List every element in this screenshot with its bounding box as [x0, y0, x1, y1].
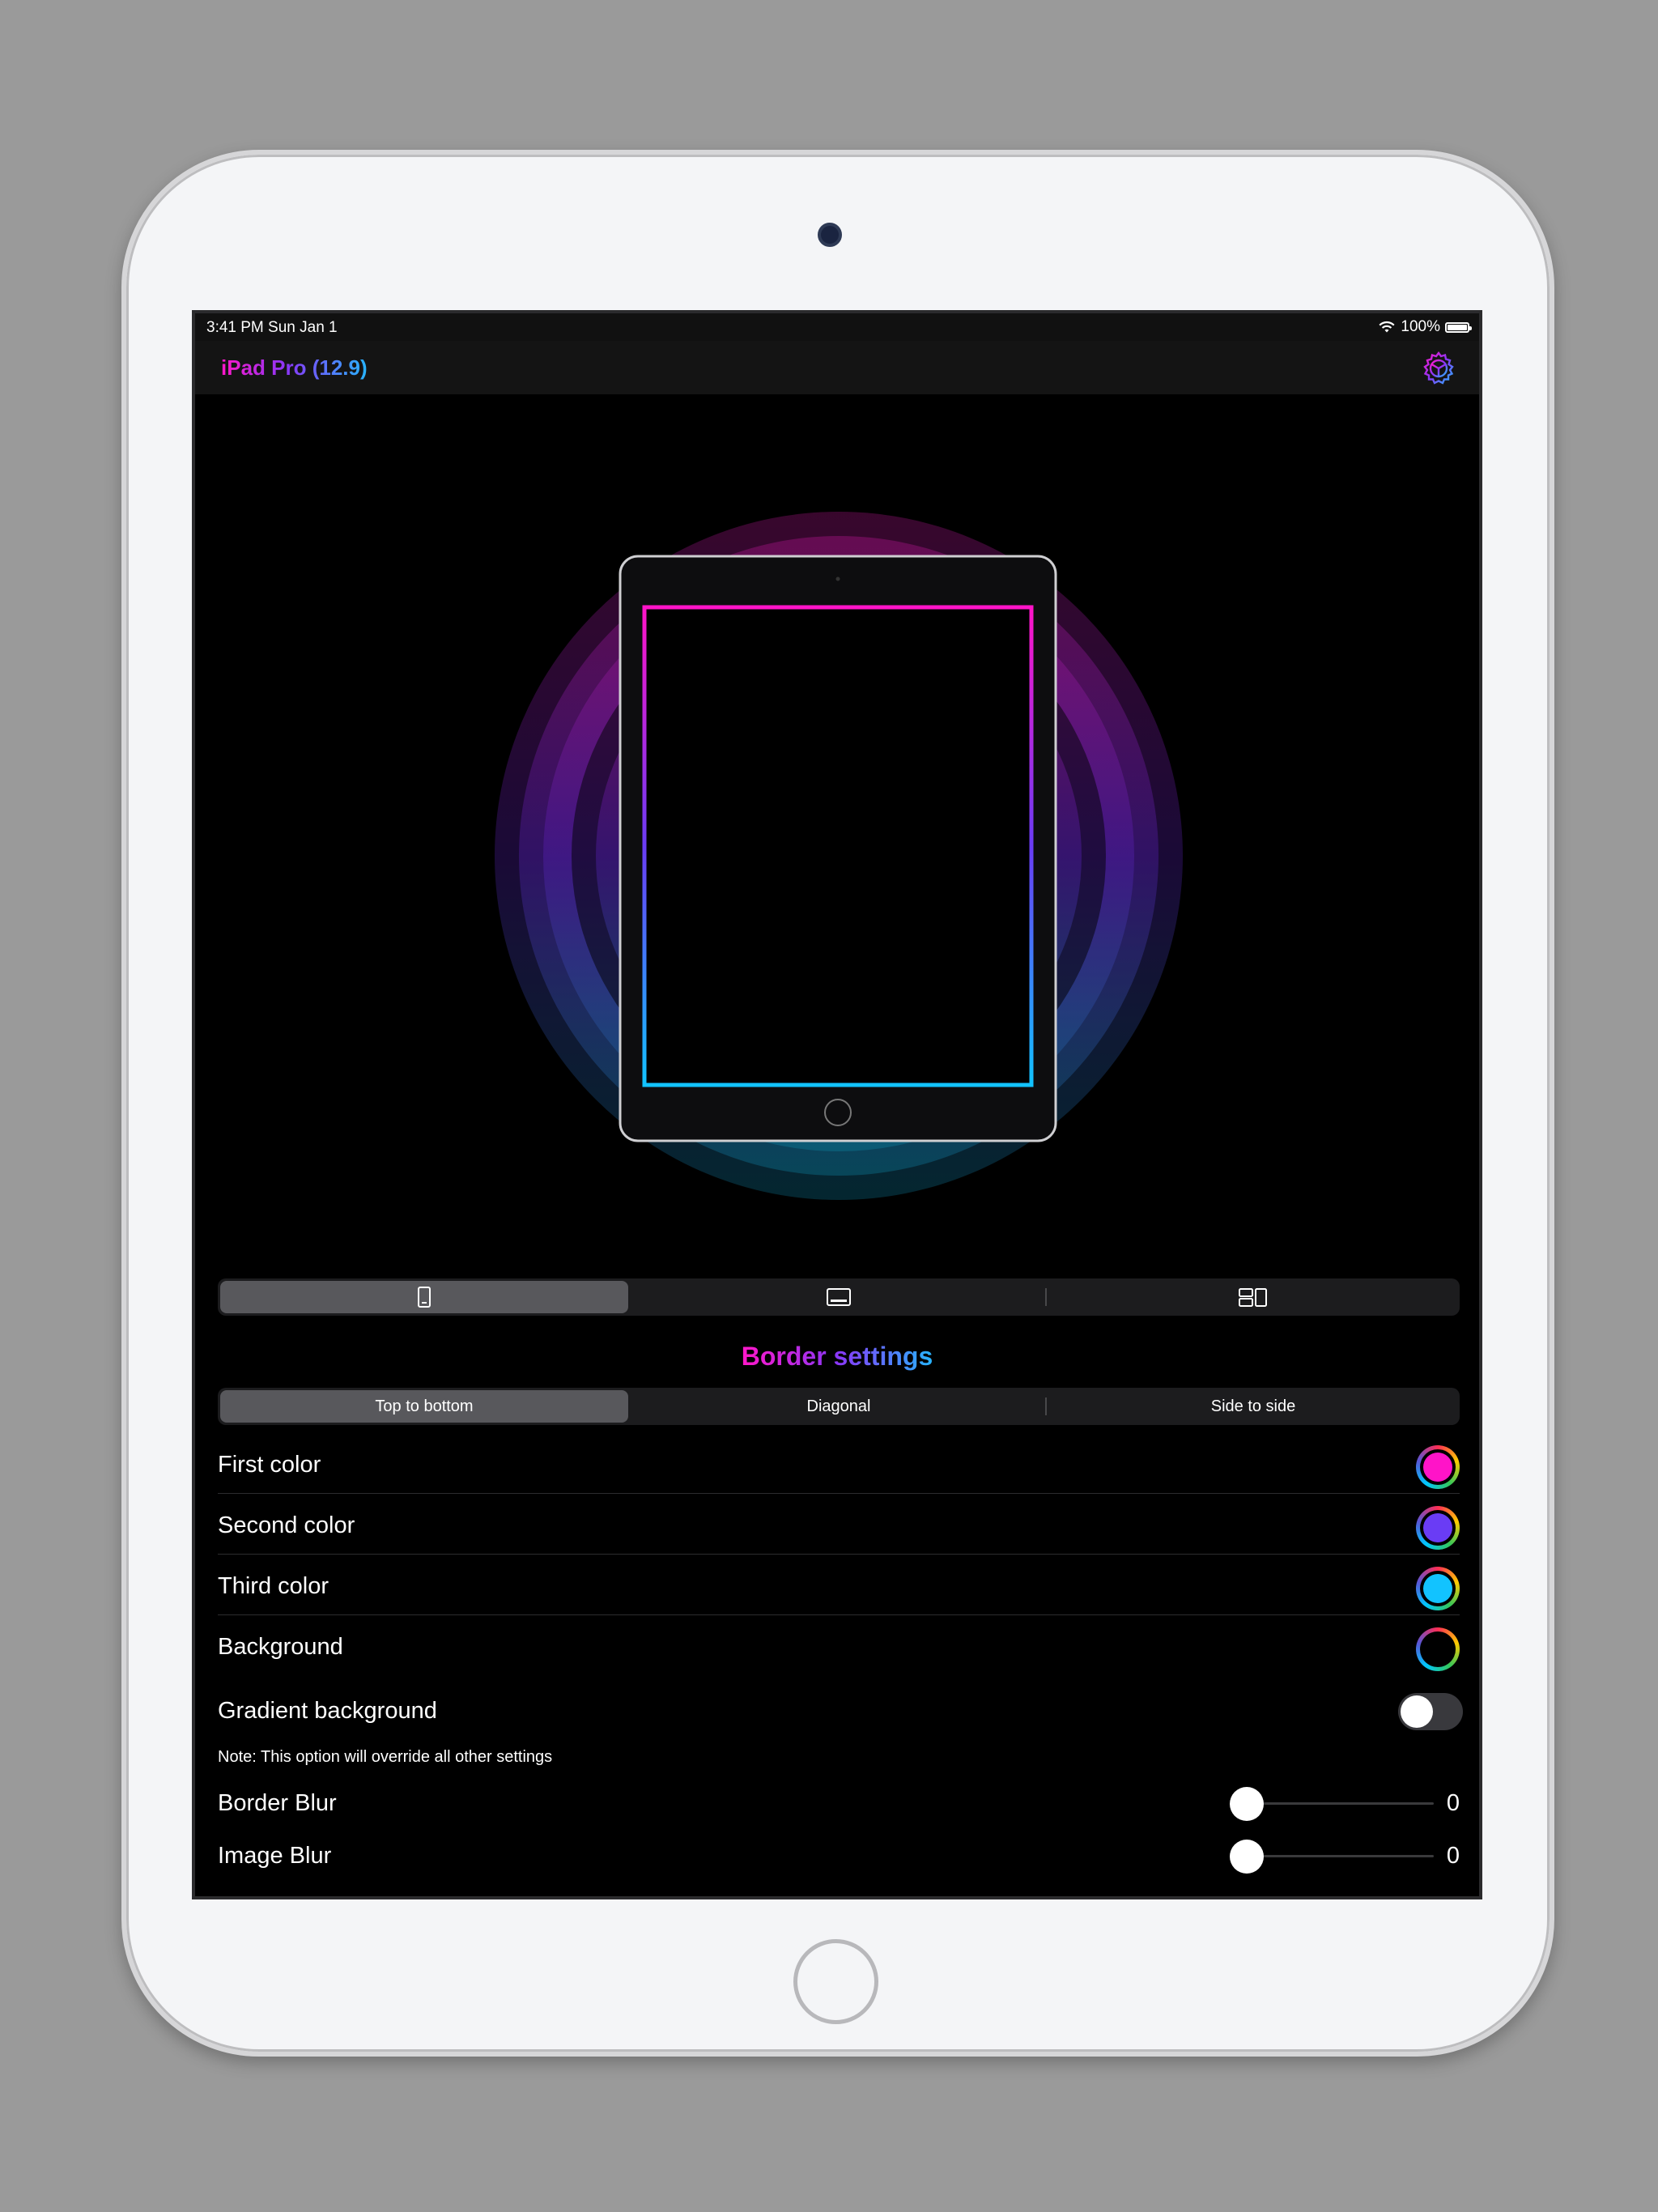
front-camera	[818, 223, 842, 247]
background-color-swatch[interactable]	[1416, 1627, 1460, 1671]
wifi-icon	[1379, 321, 1395, 333]
gradient-background-note: Note: This option will override all othe…	[218, 1748, 553, 1766]
tab-portrait[interactable]	[220, 1281, 628, 1313]
tab-top-to-bottom[interactable]: Top to bottom	[220, 1390, 628, 1423]
status-time: 3:41 PM Sun Jan 1	[206, 319, 338, 336]
border-blur-label: Border Blur	[218, 1790, 337, 1816]
border-blur-slider-thumb[interactable]	[1230, 1787, 1264, 1821]
tab-side-to-side[interactable]: Side to side	[1049, 1390, 1457, 1423]
gradient-background-toggle[interactable]	[1398, 1693, 1463, 1730]
glow-rings-preview	[495, 512, 1183, 1200]
home-button[interactable]	[793, 1939, 878, 2024]
landscape-icon	[827, 1288, 851, 1306]
tab-diagonal[interactable]: Diagonal	[635, 1390, 1043, 1423]
section-title: Border settings	[741, 1342, 933, 1371]
first-color-label: First color	[218, 1452, 321, 1478]
border-blur-track[interactable]	[1246, 1802, 1434, 1805]
background-color-row[interactable]: Background	[218, 1616, 1460, 1676]
tab-landscape[interactable]	[635, 1281, 1043, 1313]
app-screen: 3:41 PM Sun Jan 1 100% iPad Pro (12.9) B…	[192, 310, 1482, 1899]
battery-icon	[1445, 321, 1472, 333]
first-color-swatch[interactable]	[1416, 1445, 1460, 1489]
image-blur-row: Image Blur 0	[218, 1830, 1460, 1882]
tab-split-view[interactable]	[1049, 1281, 1457, 1313]
navigation-bar: iPad Pro (12.9)	[195, 341, 1479, 394]
split-view-icon	[1239, 1288, 1267, 1307]
image-blur-label: Image Blur	[218, 1843, 332, 1869]
portrait-icon	[418, 1287, 431, 1308]
background-color-label: Background	[218, 1634, 343, 1660]
third-color-row[interactable]: Third color	[218, 1555, 1460, 1615]
segment-divider	[1045, 1288, 1047, 1306]
image-blur-slider-thumb[interactable]	[1230, 1840, 1264, 1874]
battery-percent: 100%	[1401, 318, 1440, 335]
first-color-row[interactable]: First color	[218, 1434, 1460, 1494]
image-blur-track[interactable]	[1246, 1855, 1434, 1857]
border-blur-value: 0	[1446, 1790, 1460, 1816]
status-bar: 3:41 PM Sun Jan 1 100%	[195, 313, 1479, 341]
orientation-segmented-control	[218, 1278, 1460, 1316]
second-color-row[interactable]: Second color	[218, 1495, 1460, 1555]
segment-divider	[1045, 1397, 1047, 1415]
direction-segmented-control: Top to bottom Diagonal Side to side	[218, 1388, 1460, 1425]
second-color-swatch[interactable]	[1416, 1506, 1460, 1550]
device-title[interactable]: iPad Pro (12.9)	[221, 355, 368, 381]
gradient-background-row: Gradient background	[218, 1680, 1463, 1740]
second-color-label: Second color	[218, 1512, 355, 1538]
third-color-label: Third color	[218, 1573, 329, 1599]
gradient-background-label: Gradient background	[218, 1698, 437, 1724]
border-blur-row: Border Blur 0	[218, 1777, 1460, 1829]
gear-icon[interactable]	[1421, 351, 1456, 386]
image-blur-value: 0	[1446, 1843, 1460, 1869]
third-color-swatch[interactable]	[1416, 1567, 1460, 1610]
